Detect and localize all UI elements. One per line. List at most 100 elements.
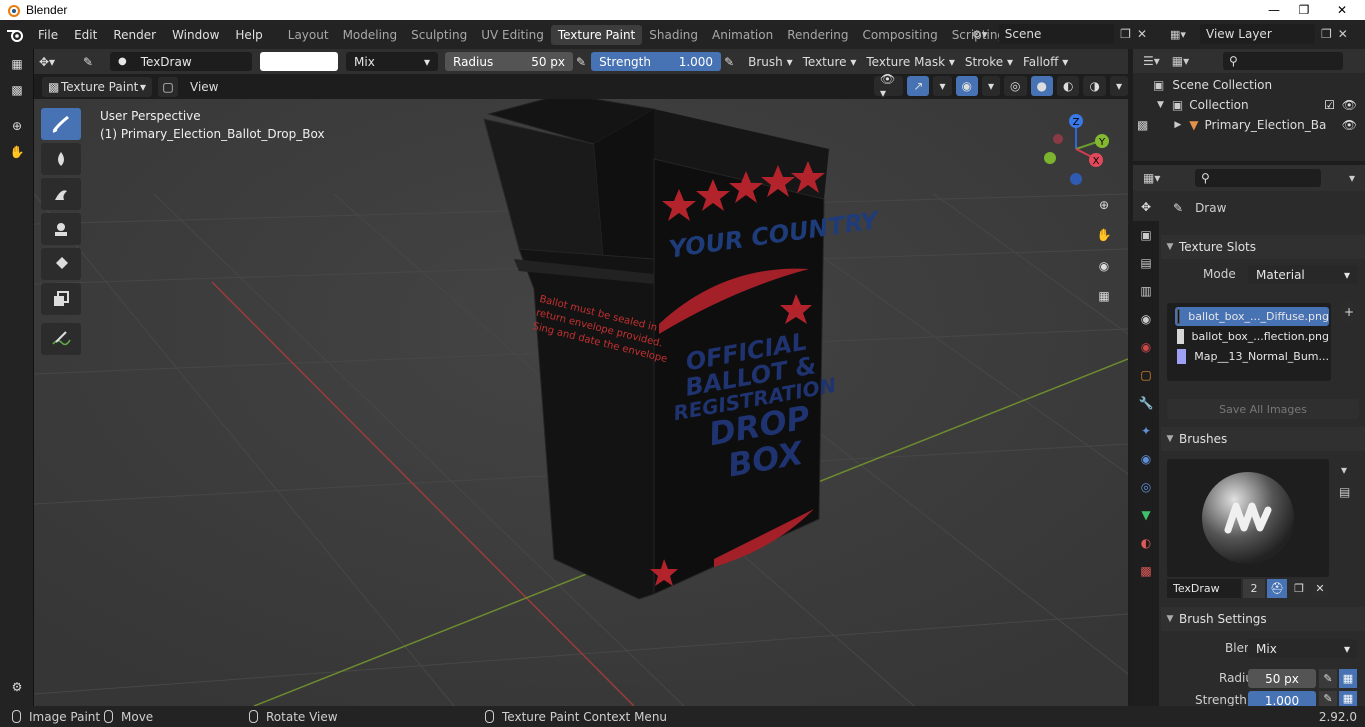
camera-view-icon[interactable]: ◉ xyxy=(1092,254,1116,278)
outliner-scene-collection[interactable]: ▣ Scene Collection xyxy=(1133,75,1365,95)
tab-texture-paint[interactable]: Texture Paint xyxy=(550,24,643,45)
gizmo-dropdown-icon[interactable]: ▾ xyxy=(933,76,952,96)
tab-animation[interactable]: Animation xyxy=(705,25,780,45)
unlink-brush-icon[interactable]: ✕ xyxy=(1311,579,1329,598)
delete-scene-icon[interactable]: ✕ xyxy=(1137,27,1147,41)
blend-mode-dropdown[interactable]: Mix ▾ xyxy=(346,52,438,71)
tab-rendering[interactable]: Rendering xyxy=(780,25,855,45)
particles-tab-icon[interactable]: ✦ xyxy=(1133,417,1159,445)
visibility-icon[interactable]: 👁▾ xyxy=(874,72,904,100)
outliner-collection[interactable]: ▼ ▣ Collection ☑ 👁 xyxy=(1133,95,1365,115)
brush-list-chevron-icon[interactable]: ▾ xyxy=(1341,463,1347,477)
texture-menu[interactable]: Texture ▾ xyxy=(798,52,862,72)
display-mode-icon[interactable]: ▦▾ xyxy=(1172,54,1189,68)
texture-slots-panel-header[interactable]: ▼ Texture Slots xyxy=(1161,235,1365,259)
texture-slot-row[interactable]: ballot_box_...flection.png xyxy=(1175,327,1329,346)
overlay-dropdown-icon[interactable]: ▾ xyxy=(982,76,1001,96)
radius-pressure-icon[interactable]: ✎ xyxy=(1319,669,1337,688)
output-tab-icon[interactable]: ▤ xyxy=(1133,249,1159,277)
radius-slider[interactable]: 50 px xyxy=(1248,669,1316,688)
close-window-button[interactable]: ✕ xyxy=(1319,0,1365,20)
strength-pressure-icon[interactable]: ✎ xyxy=(1319,691,1337,706)
tab-compositing[interactable]: Compositing xyxy=(855,25,944,45)
radius-pressure-icon[interactable]: ✎ xyxy=(573,52,589,72)
expand-arrow-icon[interactable]: ▶ xyxy=(1174,120,1181,130)
new-scene-icon[interactable]: ❐ xyxy=(1120,27,1131,41)
physics-tab-icon[interactable]: ◉ xyxy=(1133,445,1159,473)
brush-name-field[interactable]: ● TexDraw xyxy=(110,52,252,71)
visibility-eye-icon[interactable]: 👁 xyxy=(1342,118,1357,132)
properties-editor-icon[interactable]: ▦▾ xyxy=(1143,171,1160,185)
menu-help[interactable]: Help xyxy=(227,28,270,42)
settings-gear-icon[interactable]: ⚙ xyxy=(6,676,28,698)
delete-view-layer-icon[interactable]: ✕ xyxy=(1338,27,1348,41)
overlay-toggle-icon[interactable]: ◉ xyxy=(955,76,978,96)
modifier-tab-icon[interactable]: 🔧 xyxy=(1133,389,1159,417)
editor-type-icon[interactable]: ▦ xyxy=(6,53,28,75)
outliner-editor-icon[interactable]: ☰▾ xyxy=(1143,54,1160,68)
navigation-gizmo[interactable]: Z Y X xyxy=(1040,109,1120,189)
rendered-shading-icon[interactable]: ◑ xyxy=(1083,76,1106,96)
soften-tool-icon[interactable] xyxy=(41,143,81,175)
tab-modeling[interactable]: Modeling xyxy=(336,25,405,45)
falloff-menu[interactable]: Falloff ▾ xyxy=(1018,52,1073,72)
stroke-menu[interactable]: Stroke ▾ xyxy=(960,52,1018,72)
new-view-layer-icon[interactable]: ❐ xyxy=(1321,27,1332,41)
view-menu[interactable]: View xyxy=(184,77,224,97)
mode-dropdown[interactable]: ▩ Texture Paint ▾ xyxy=(42,76,152,97)
ortho-toggle-icon[interactable]: ▦ xyxy=(1092,284,1116,308)
tab-shading[interactable]: Shading xyxy=(642,25,705,45)
scene-icon[interactable]: ⚙▾ xyxy=(972,28,999,41)
menu-render[interactable]: Render xyxy=(105,28,164,42)
blend-dropdown[interactable]: Mix ▾ xyxy=(1248,639,1358,658)
brush-color-swatch[interactable] xyxy=(260,52,338,71)
tab-layout[interactable]: Layout xyxy=(281,25,336,45)
strength-pressure-icon[interactable]: ✎ xyxy=(721,52,737,72)
material-tab-icon[interactable]: ◐ xyxy=(1133,529,1159,557)
brushes-panel-header[interactable]: ▼ Brushes xyxy=(1161,427,1365,451)
gizmo-toggle-icon[interactable]: ↗ xyxy=(907,76,930,96)
brush-preview[interactable] xyxy=(1167,459,1329,577)
3d-viewport[interactable]: YOUR COUNTRY OFFICIAL BALLOT & REGISTRAT… xyxy=(34,99,1128,706)
fill-tool-icon[interactable] xyxy=(41,248,81,280)
data-tab-icon[interactable]: ▼ xyxy=(1133,501,1159,529)
minimize-button[interactable]: — xyxy=(1259,0,1289,20)
expand-arrow-icon[interactable]: ▼ xyxy=(1157,100,1164,110)
save-all-images-button[interactable]: Save All Images xyxy=(1167,399,1359,419)
hand-icon[interactable]: ✋ xyxy=(6,141,28,163)
wireframe-shading-icon[interactable]: ◎ xyxy=(1004,76,1027,96)
strength-slider[interactable]: Strength 1.000 xyxy=(591,52,722,71)
paint-mask-toggle[interactable]: ▢ xyxy=(158,76,178,97)
visibility-eye-icon[interactable]: 👁 xyxy=(1342,98,1357,112)
brush-name-field[interactable]: TexDraw xyxy=(1167,579,1241,598)
tool-settings-dropdown[interactable]: ✥▾ xyxy=(34,52,78,72)
mask-tool-icon[interactable] xyxy=(41,283,81,315)
zoom-icon[interactable]: ⊕ xyxy=(6,115,28,137)
tool-tab-icon[interactable]: ✥ xyxy=(1133,193,1159,221)
texture-slot-row[interactable]: Map__13_Normal_Bum... xyxy=(1175,347,1329,366)
view-layer-icon[interactable]: ▦▾ xyxy=(1170,28,1200,41)
add-slot-button[interactable]: + xyxy=(1339,302,1359,322)
material-shading-icon[interactable]: ◐ xyxy=(1057,76,1080,96)
brush-icon[interactable]: ✎ xyxy=(78,52,108,72)
duplicate-brush-icon[interactable]: ❐ xyxy=(1289,579,1309,598)
object-tab-icon[interactable]: ▢ xyxy=(1133,361,1159,389)
annotate-tool-icon[interactable] xyxy=(41,323,81,355)
view-layer-tab-icon[interactable]: ▥ xyxy=(1133,277,1159,305)
collection-checkbox[interactable]: ☑ xyxy=(1324,98,1335,112)
radius-unit-toggle-icon[interactable]: ▦ xyxy=(1339,669,1357,688)
solid-shading-icon[interactable]: ● xyxy=(1030,76,1053,96)
brush-settings-panel-header[interactable]: ▼ Brush Settings xyxy=(1161,607,1365,631)
brush-menu[interactable]: Brush ▾ xyxy=(743,52,797,72)
menu-window[interactable]: Window xyxy=(164,28,227,42)
menu-edit[interactable]: Edit xyxy=(66,28,105,42)
clone-tool-icon[interactable] xyxy=(41,213,81,245)
shading-dropdown-icon[interactable]: ▾ xyxy=(1109,76,1128,96)
fake-user-shield-icon[interactable]: ⛑ xyxy=(1267,579,1287,598)
strength-toggle-icon[interactable]: ▦ xyxy=(1339,691,1357,706)
tab-uv-editing[interactable]: UV Editing xyxy=(474,25,551,45)
world-tab-icon[interactable]: ◉ xyxy=(1133,333,1159,361)
brush-users-count[interactable]: 2 xyxy=(1243,579,1265,598)
mode-dropdown[interactable]: Material ▾ xyxy=(1248,265,1358,284)
checker-icon[interactable]: ▩ xyxy=(6,79,28,101)
